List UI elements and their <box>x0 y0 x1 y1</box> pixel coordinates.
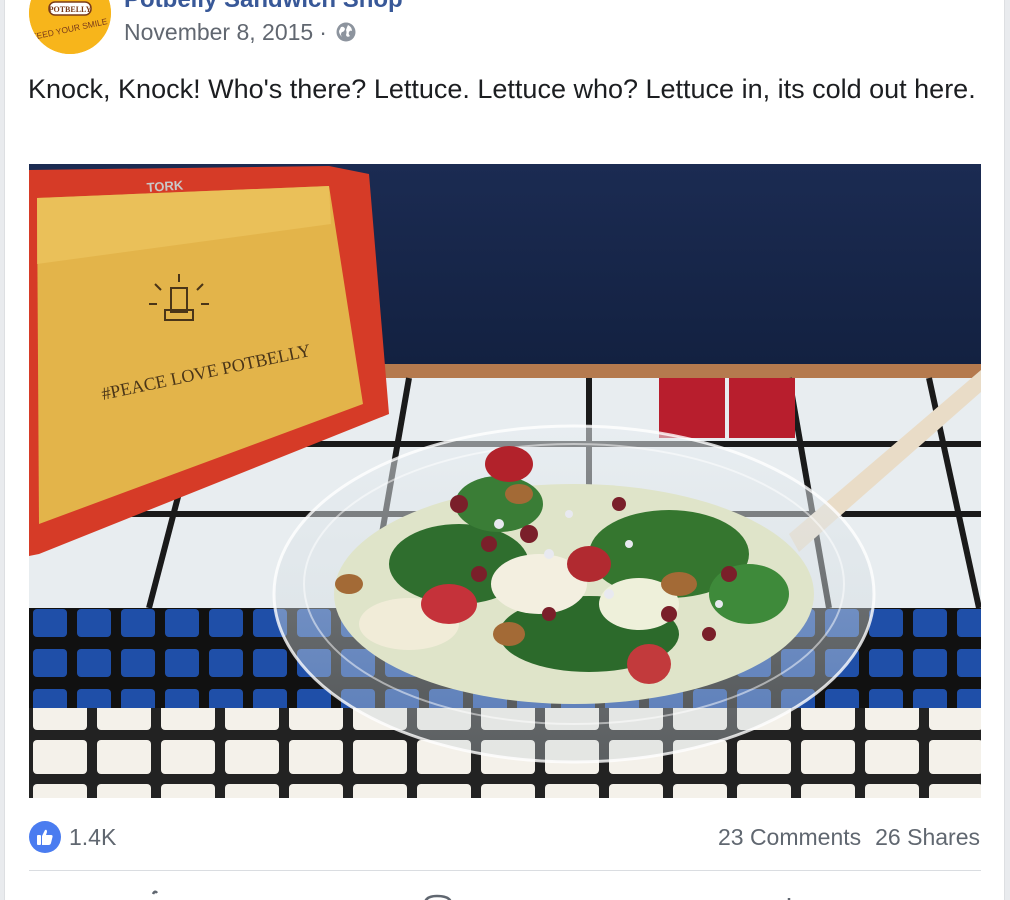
like-action-icon[interactable] <box>141 890 175 900</box>
salad-photo-illustration: TORK #PEACE LOVE POTBELLY <box>29 164 981 798</box>
engagement-stats: 23 Comments 26 Shares <box>704 820 980 854</box>
logo-brand-text: POTBELLY <box>49 5 92 14</box>
shares-count-link[interactable]: 26 Shares <box>875 824 980 851</box>
action-bar <box>29 880 981 900</box>
page-avatar[interactable]: POTBELLY FEED YOUR SMILE <box>29 0 111 54</box>
page-name-link[interactable]: Potbelly Sandwich Shop <box>124 0 403 14</box>
potbelly-logo: POTBELLY FEED YOUR SMILE <box>29 0 111 54</box>
post-photo[interactable]: TORK #PEACE LOVE POTBELLY <box>29 164 981 798</box>
reactions-summary[interactable]: 1.4K <box>29 820 116 854</box>
thumbs-up-icon <box>29 821 61 853</box>
footer-divider <box>29 870 981 871</box>
post-message: Knock, Knock! Who's there? Lettuce. Lett… <box>28 74 976 104</box>
share-action-icon[interactable] <box>781 890 815 900</box>
post-date[interactable]: November 8, 2015 <box>124 19 313 46</box>
post-meta: November 8, 2015 · <box>124 17 357 47</box>
like-count: 1.4K <box>69 823 117 850</box>
post-card: POTBELLY FEED YOUR SMILE Potbelly Sandwi… <box>4 0 1005 900</box>
meta-separator: · <box>319 18 327 45</box>
globe-icon[interactable] <box>335 21 357 43</box>
napkin-brand-text: TORK <box>146 177 184 195</box>
comment-action-icon[interactable] <box>421 890 455 900</box>
comments-count-link[interactable]: 23 Comments <box>718 824 861 851</box>
